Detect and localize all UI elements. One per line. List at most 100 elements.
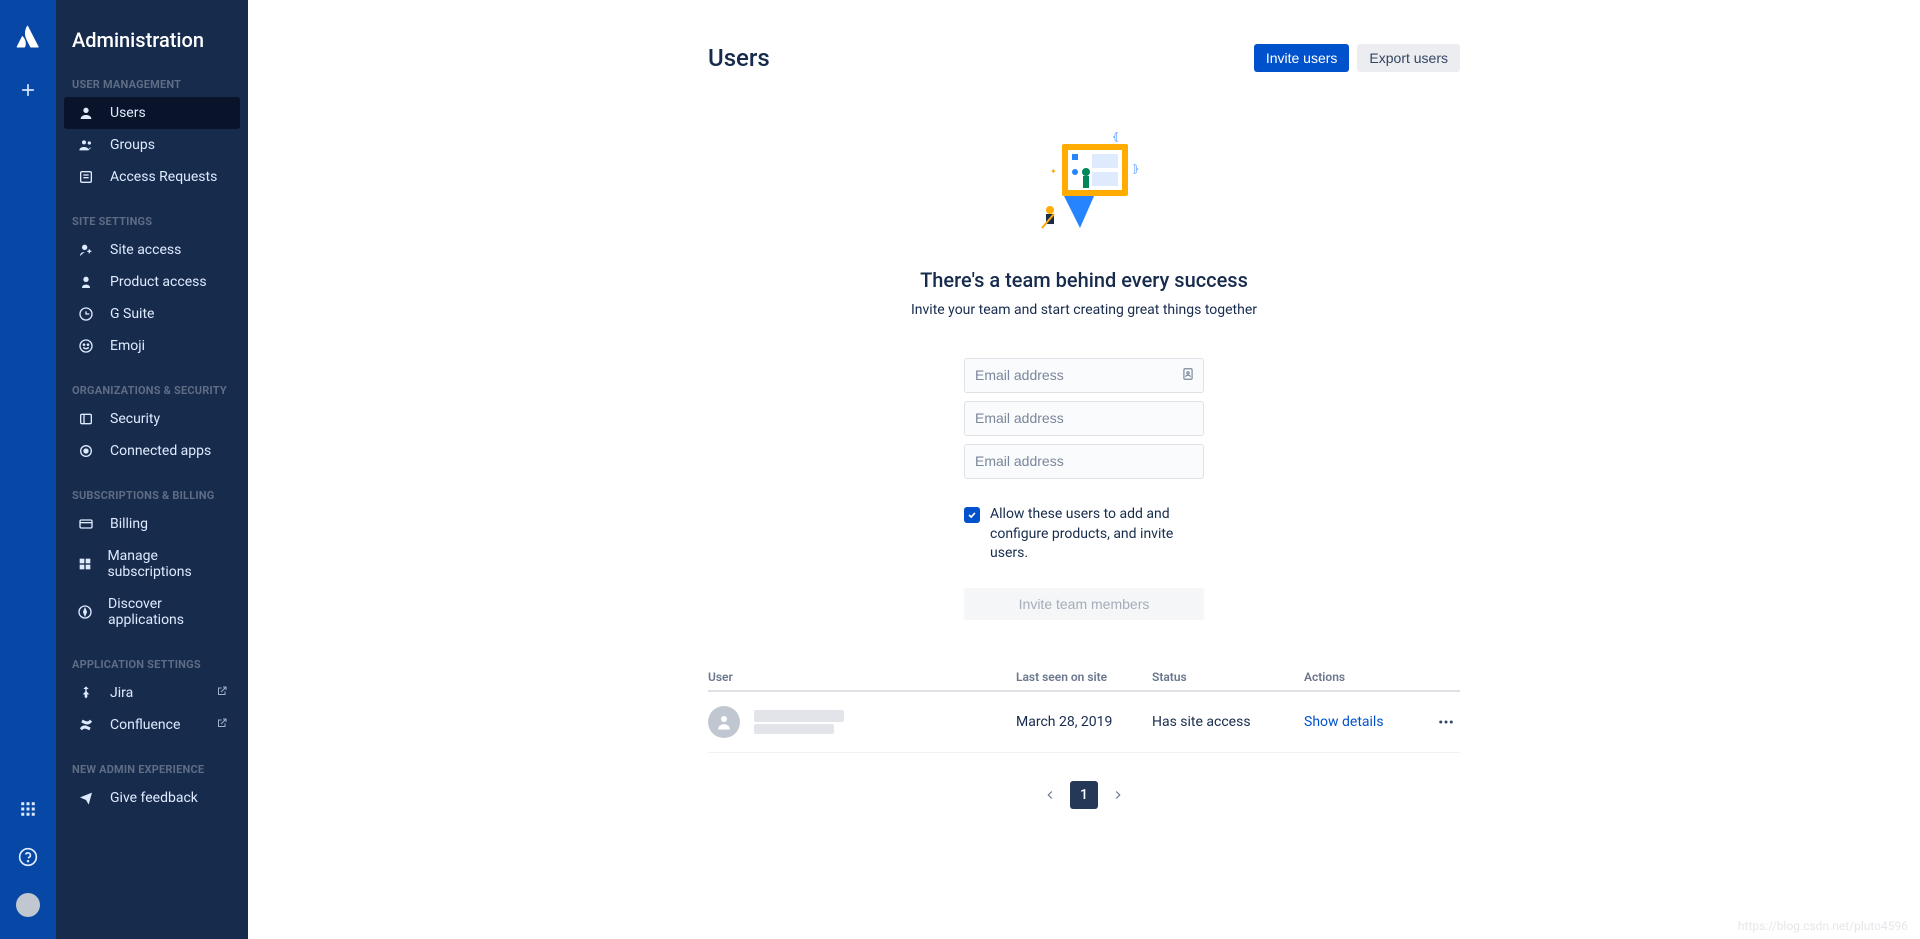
jira-icon <box>76 685 96 701</box>
user-avatar <box>708 706 740 738</box>
users-table: User Last seen on site Status Actions Ma… <box>708 670 1460 753</box>
checkbox-label: Allow these users to add and configure p… <box>990 505 1204 564</box>
sidebar-item-gsuite[interactable]: G Suite <box>64 298 240 330</box>
nav-header-site-settings: SITE SETTINGS <box>56 207 248 234</box>
billing-icon <box>76 516 96 532</box>
col-header-status: Status <box>1152 670 1304 684</box>
user-icon <box>76 105 96 121</box>
sidebar-item-access-requests[interactable]: Access Requests <box>64 161 240 193</box>
sidebar-item-manage-subs[interactable]: Manage subscriptions <box>64 540 240 588</box>
nav-label: Security <box>110 411 160 427</box>
sidebar-item-emoji[interactable]: Emoji <box>64 330 240 362</box>
col-header-user: User <box>708 670 1016 684</box>
sidebar-item-site-access[interactable]: Site access <box>64 234 240 266</box>
sidebar-item-confluence[interactable]: Confluence <box>64 709 240 741</box>
hero-sub: Invite your team and start creating grea… <box>911 302 1257 318</box>
pagination: 1 <box>708 781 1460 809</box>
nav-label: Give feedback <box>110 790 198 806</box>
svg-text:⦃: ⦃ <box>1112 132 1119 143</box>
discover-apps-icon <box>76 604 94 620</box>
col-header-actions: Actions <box>1304 670 1460 684</box>
invite-team-button[interactable]: Invite team members <box>964 588 1204 620</box>
sidebar-item-security[interactable]: Security <box>64 403 240 435</box>
connected-apps-icon <box>76 443 96 459</box>
nav-label: Jira <box>110 685 133 701</box>
sidebar-item-billing[interactable]: Billing <box>64 508 240 540</box>
sidebar-item-discover-apps[interactable]: Discover applications <box>64 588 240 636</box>
watermark: https://blog.csdn.net/pluto4596 <box>1738 919 1908 933</box>
nav-label: Product access <box>110 274 207 290</box>
manage-subs-icon <box>76 556 93 572</box>
sidebar-item-groups[interactable]: Groups <box>64 129 240 161</box>
nav-label: Connected apps <box>110 443 211 459</box>
sidebar-item-jira[interactable]: Jira <box>64 677 240 709</box>
global-rail <box>0 0 56 939</box>
more-actions-button[interactable] <box>1432 708 1460 736</box>
checkbox-checked-icon <box>964 507 980 523</box>
nav-header-app-settings: APPLICATION SETTINGS <box>56 650 248 677</box>
nav-header-orgs-security: ORGANIZATIONS & SECURITY <box>56 376 248 403</box>
sidebar-item-connected-apps[interactable]: Connected apps <box>64 435 240 467</box>
email-input-2[interactable] <box>964 401 1204 436</box>
external-link-icon <box>216 717 228 733</box>
main-content: Users Invite users Export users <box>248 0 1920 939</box>
page-header: Users Invite users Export users <box>708 44 1460 72</box>
invite-users-button[interactable]: Invite users <box>1254 44 1350 72</box>
email-input-3[interactable] <box>964 444 1204 479</box>
team-illustration: ⦃ ⦄ ✦ <box>1024 132 1144 242</box>
request-icon <box>76 169 96 185</box>
show-details-link[interactable]: Show details <box>1304 714 1384 730</box>
nav-header-user-management: USER MANAGEMENT <box>56 70 248 97</box>
invite-form: Allow these users to add and configure p… <box>964 358 1204 620</box>
nav-header-new-admin: NEW ADMIN EXPERIENCE <box>56 755 248 782</box>
nav-label: Billing <box>110 516 148 532</box>
sidebar-item-product-access[interactable]: Product access <box>64 266 240 298</box>
page-number[interactable]: 1 <box>1070 781 1098 809</box>
nav-label: Confluence <box>110 717 180 733</box>
user-meta-redacted <box>754 710 844 734</box>
page-title: Users <box>708 44 770 72</box>
sidebar-item-users[interactable]: Users <box>64 97 240 129</box>
nav-label: Manage subscriptions <box>107 548 228 580</box>
confluence-icon <box>76 717 96 733</box>
app-switcher-icon[interactable] <box>16 797 40 821</box>
security-icon <box>76 411 96 427</box>
nav-label: Discover applications <box>108 596 228 628</box>
export-users-button[interactable]: Export users <box>1357 44 1460 72</box>
cell-status: Has site access <box>1152 714 1304 730</box>
email-input-1[interactable] <box>964 358 1204 393</box>
svg-text:⦄: ⦄ <box>1132 164 1139 175</box>
allow-config-checkbox[interactable]: Allow these users to add and configure p… <box>964 505 1204 564</box>
emoji-icon <box>76 338 96 354</box>
table-header-row: User Last seen on site Status Actions <box>708 670 1460 692</box>
table-row: March 28, 2019 Has site access Show deta… <box>708 692 1460 753</box>
page-prev-button[interactable] <box>1036 781 1064 809</box>
feedback-icon <box>76 790 96 806</box>
sidebar-title: Administration <box>56 0 248 70</box>
nav-label: Emoji <box>110 338 145 354</box>
group-icon <box>76 137 96 153</box>
help-icon[interactable] <box>16 845 40 869</box>
contacts-icon <box>1181 367 1195 385</box>
nav-header-subs-billing: SUBSCRIPTIONS & BILLING <box>56 481 248 508</box>
nav-label: G Suite <box>110 306 154 322</box>
external-link-icon <box>216 685 228 701</box>
col-header-last: Last seen on site <box>1016 670 1152 684</box>
profile-avatar[interactable] <box>16 893 40 917</box>
atlassian-logo-icon[interactable] <box>15 24 41 54</box>
gsuite-icon <box>76 306 96 322</box>
empty-state-hero: ⦃ ⦄ ✦ There's a team behind every succes… <box>708 132 1460 620</box>
create-icon[interactable] <box>16 78 40 102</box>
hero-heading: There's a team behind every success <box>920 268 1248 292</box>
svg-text:✦: ✦ <box>1050 167 1057 176</box>
nav-label: Site access <box>110 242 181 258</box>
cell-last-seen: March 28, 2019 <box>1016 714 1152 730</box>
nav-label: Groups <box>110 137 155 153</box>
admin-sidebar: Administration USER MANAGEMENT Users Gro… <box>56 0 248 939</box>
nav-label: Users <box>110 105 146 121</box>
nav-label: Access Requests <box>110 169 217 185</box>
site-access-icon <box>76 242 96 258</box>
sidebar-item-feedback[interactable]: Give feedback <box>64 782 240 814</box>
page-next-button[interactable] <box>1104 781 1132 809</box>
product-access-icon <box>76 274 96 290</box>
